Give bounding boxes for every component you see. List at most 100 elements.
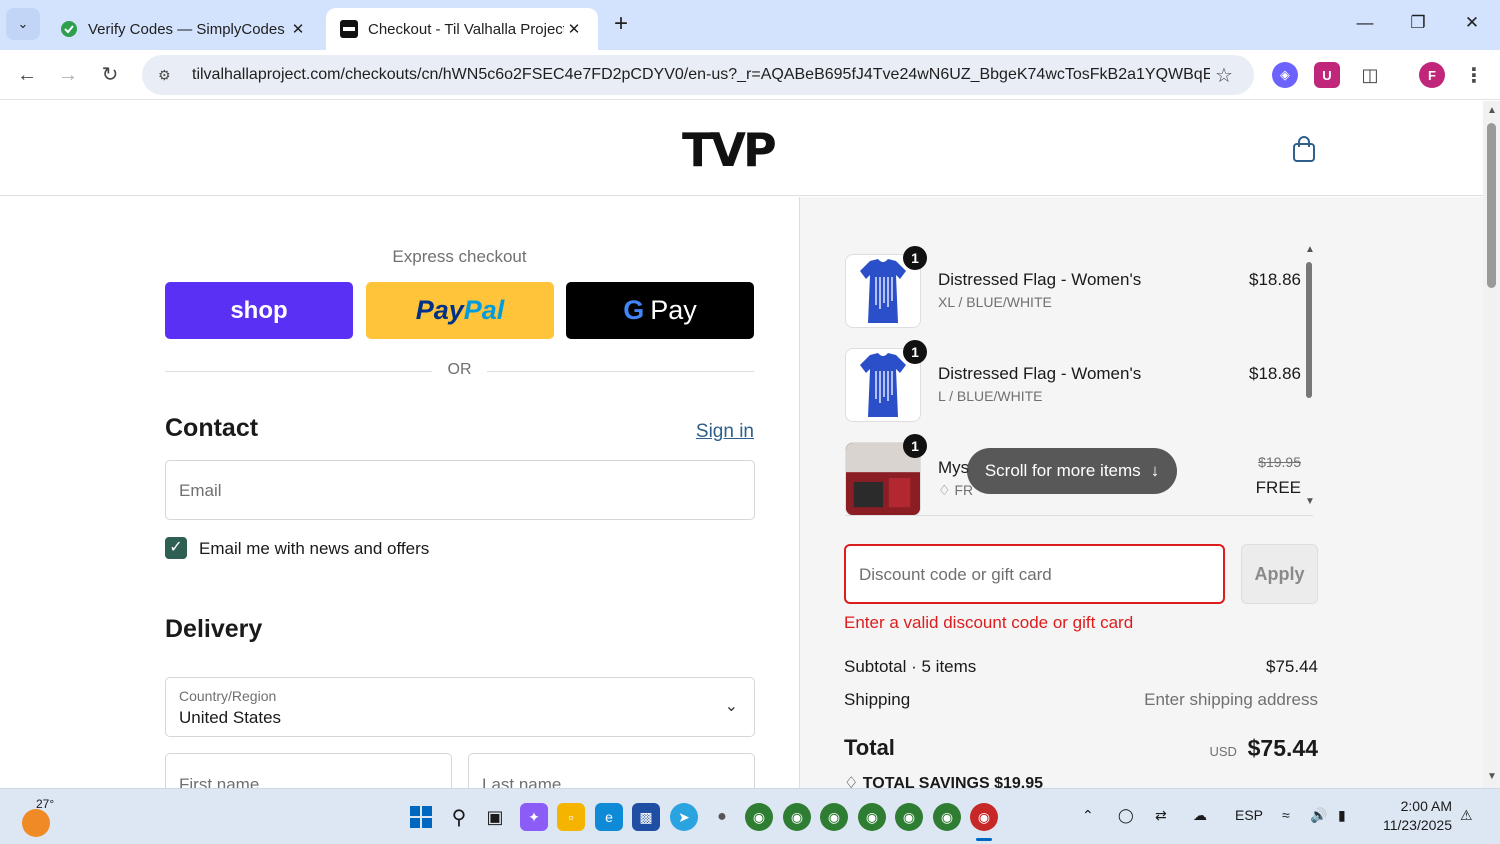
profile-avatar[interactable]: F	[1419, 62, 1445, 88]
tab-simplycodes[interactable]: Verify Codes — SimplyCodes ✕	[46, 8, 322, 50]
or-label: OR	[447, 361, 472, 378]
country-label: Country/Region	[179, 688, 277, 704]
cloud-offline-icon[interactable]: ☁	[1193, 807, 1207, 824]
task-view-icon[interactable]: ▣	[481, 803, 509, 831]
new-tab-button[interactable]: +	[606, 10, 636, 40]
summary-lower: Discount code or gift card Apply Enter a…	[799, 101, 1483, 788]
country-select[interactable]: Country/Region United States ⌄	[165, 677, 755, 737]
back-icon[interactable]: ←	[12, 60, 42, 90]
chrome-icon[interactable]: ◉	[783, 803, 811, 831]
copilot-icon[interactable]: ✦	[520, 803, 548, 831]
paypal-label-pal: Pal	[463, 295, 505, 325]
chrome-icon[interactable]: ◉	[895, 803, 923, 831]
savings-label: TOTAL SAVINGS	[862, 775, 990, 788]
news-checkbox[interactable]: ✓	[165, 537, 187, 559]
wifi-icon[interactable]: ≈	[1282, 807, 1290, 823]
store-icon[interactable]: ▩	[632, 803, 660, 831]
weather-widget[interactable]: 27°	[22, 797, 54, 837]
tvp-favicon-icon	[340, 20, 358, 38]
windows-taskbar: 27° ⚲ ▣ ✦ ▫ e ▩ ➤ ● ◉ ◉ ◉ ◉ ◉ ◉ ◉ ⌃ ◯ ⇄ …	[0, 788, 1500, 844]
google-pay-button[interactable]: G Pay	[566, 282, 754, 339]
minimize-icon[interactable]: —	[1345, 8, 1385, 38]
shipping-label: Shipping	[844, 690, 911, 709]
shop-pay-label: shop	[230, 296, 288, 324]
tab-strip: ⌄ Verify Codes — SimplyCodes ✕ Checkout …	[0, 0, 1500, 50]
close-window-icon[interactable]: ✕	[1452, 8, 1492, 38]
url-text[interactable]: tilvalhallaproject.com/checkouts/cn/hWN5…	[192, 66, 1210, 84]
search-icon[interactable]: ⚲	[445, 803, 473, 831]
language-indicator[interactable]: ESP	[1235, 807, 1263, 823]
tvp-logo[interactable]: TVP	[682, 127, 777, 173]
first-name-field[interactable]: First name	[165, 753, 452, 788]
address-bar[interactable]: ⚙ tilvalhallaproject.com/checkouts/cn/hW…	[142, 55, 1254, 95]
last-name-placeholder: Last name	[482, 775, 562, 788]
file-explorer-icon[interactable]: ▫	[557, 803, 585, 831]
tab-title: Verify Codes — SimplyCodes	[88, 20, 285, 38]
tag-icon: ♢	[844, 775, 859, 788]
savings-value: $19.95	[994, 775, 1044, 788]
checkout-page: TVP Express checkout shop Pay Pal G Pay O…	[0, 101, 1483, 788]
windows-start-icon[interactable]	[407, 803, 435, 831]
browser-toolbar: ← → ↻ ⚙ tilvalhallaproject.com/checkouts…	[0, 50, 1500, 100]
google-g-icon: G	[623, 295, 645, 325]
last-name-field[interactable]: Last name	[468, 753, 755, 788]
battery-icon[interactable]: ▮	[1338, 807, 1346, 824]
sync-icon[interactable]: ⇄	[1155, 807, 1167, 824]
edge-icon[interactable]: e	[595, 803, 623, 831]
email-field[interactable]: Email	[165, 460, 755, 520]
volume-icon[interactable]: 🔊	[1310, 807, 1327, 824]
bookmark-star-icon[interactable]: ☆	[1210, 63, 1238, 88]
site-info-icon[interactable]: ⚙	[158, 67, 184, 84]
clock[interactable]: 2:00 AM 11/23/2025	[1372, 798, 1452, 833]
total-value: $75.44	[1247, 735, 1318, 761]
discount-placeholder: Discount code or gift card	[859, 565, 1052, 584]
forward-icon[interactable]: →	[53, 60, 83, 90]
express-checkout-label: Express checkout	[392, 247, 527, 266]
menu-icon[interactable]: ⋮	[1461, 62, 1487, 88]
shipping-value: Enter shipping address	[1144, 690, 1318, 709]
paypal-button[interactable]: Pay Pal	[366, 282, 554, 339]
tab-title: Checkout - Til Valhalla Project	[368, 20, 564, 38]
mouse-app-icon[interactable]: ●	[708, 803, 736, 831]
telegram-icon[interactable]: ➤	[670, 803, 698, 831]
extension-icon[interactable]: ◈	[1272, 62, 1298, 88]
tray-app-icon[interactable]: ◯	[1118, 807, 1134, 824]
page-scrollbar[interactable]: ▲ ▼	[1483, 101, 1500, 788]
chrome-icon[interactable]: ◉	[745, 803, 773, 831]
checkout-form: Express checkout shop Pay Pal G Pay OR Co…	[0, 197, 799, 788]
chrome-icon-active[interactable]: ◉	[970, 803, 998, 831]
notification-icon[interactable]: ⚠	[1460, 807, 1473, 824]
close-icon[interactable]: ✕	[564, 20, 584, 38]
total-label: Total	[844, 735, 895, 760]
puzzle-icon[interactable]: ◫	[1357, 62, 1383, 88]
discount-error-message: Enter a valid discount code or gift card	[844, 613, 1134, 632]
discount-code-input[interactable]: Discount code or gift card	[844, 544, 1225, 604]
currency-label: USD	[1209, 744, 1237, 759]
chevron-down-icon: ⌄	[17, 16, 29, 31]
chrome-icon[interactable]: ◉	[858, 803, 886, 831]
clock-time: 2:00 AM	[1400, 798, 1452, 814]
simplycodes-favicon-icon	[60, 20, 78, 38]
weather-icon	[22, 809, 50, 837]
apply-button[interactable]: Apply	[1241, 544, 1318, 604]
or-divider: OR	[165, 361, 754, 381]
page-scrollbar-thumb[interactable]	[1487, 123, 1496, 288]
chevron-up-icon[interactable]: ⌃	[1082, 807, 1094, 824]
restore-icon[interactable]: ❐	[1398, 8, 1438, 38]
tab-checkout[interactable]: Checkout - Til Valhalla Project ✕	[326, 8, 598, 50]
shop-pay-button[interactable]: shop	[165, 282, 353, 339]
shield-extension-icon[interactable]: U	[1314, 62, 1340, 88]
email-placeholder: Email	[179, 481, 222, 500]
news-checkbox-label[interactable]: Email me with news and offers	[199, 539, 429, 559]
close-icon[interactable]: ✕	[288, 20, 308, 38]
total-savings: ♢ TOTAL SAVINGS $19.95	[844, 773, 1043, 788]
delivery-title: Delivery	[165, 615, 263, 643]
tab-search-button[interactable]: ⌄	[6, 8, 40, 40]
sign-in-link[interactable]: Sign in	[690, 421, 754, 443]
subtotal-value: $75.44	[1266, 657, 1318, 676]
chrome-icon[interactable]: ◉	[820, 803, 848, 831]
reload-icon[interactable]: ↻	[95, 60, 125, 90]
chevron-down-icon: ⌄	[724, 698, 738, 715]
chrome-icon[interactable]: ◉	[933, 803, 961, 831]
google-pay-label: Pay	[650, 295, 697, 325]
